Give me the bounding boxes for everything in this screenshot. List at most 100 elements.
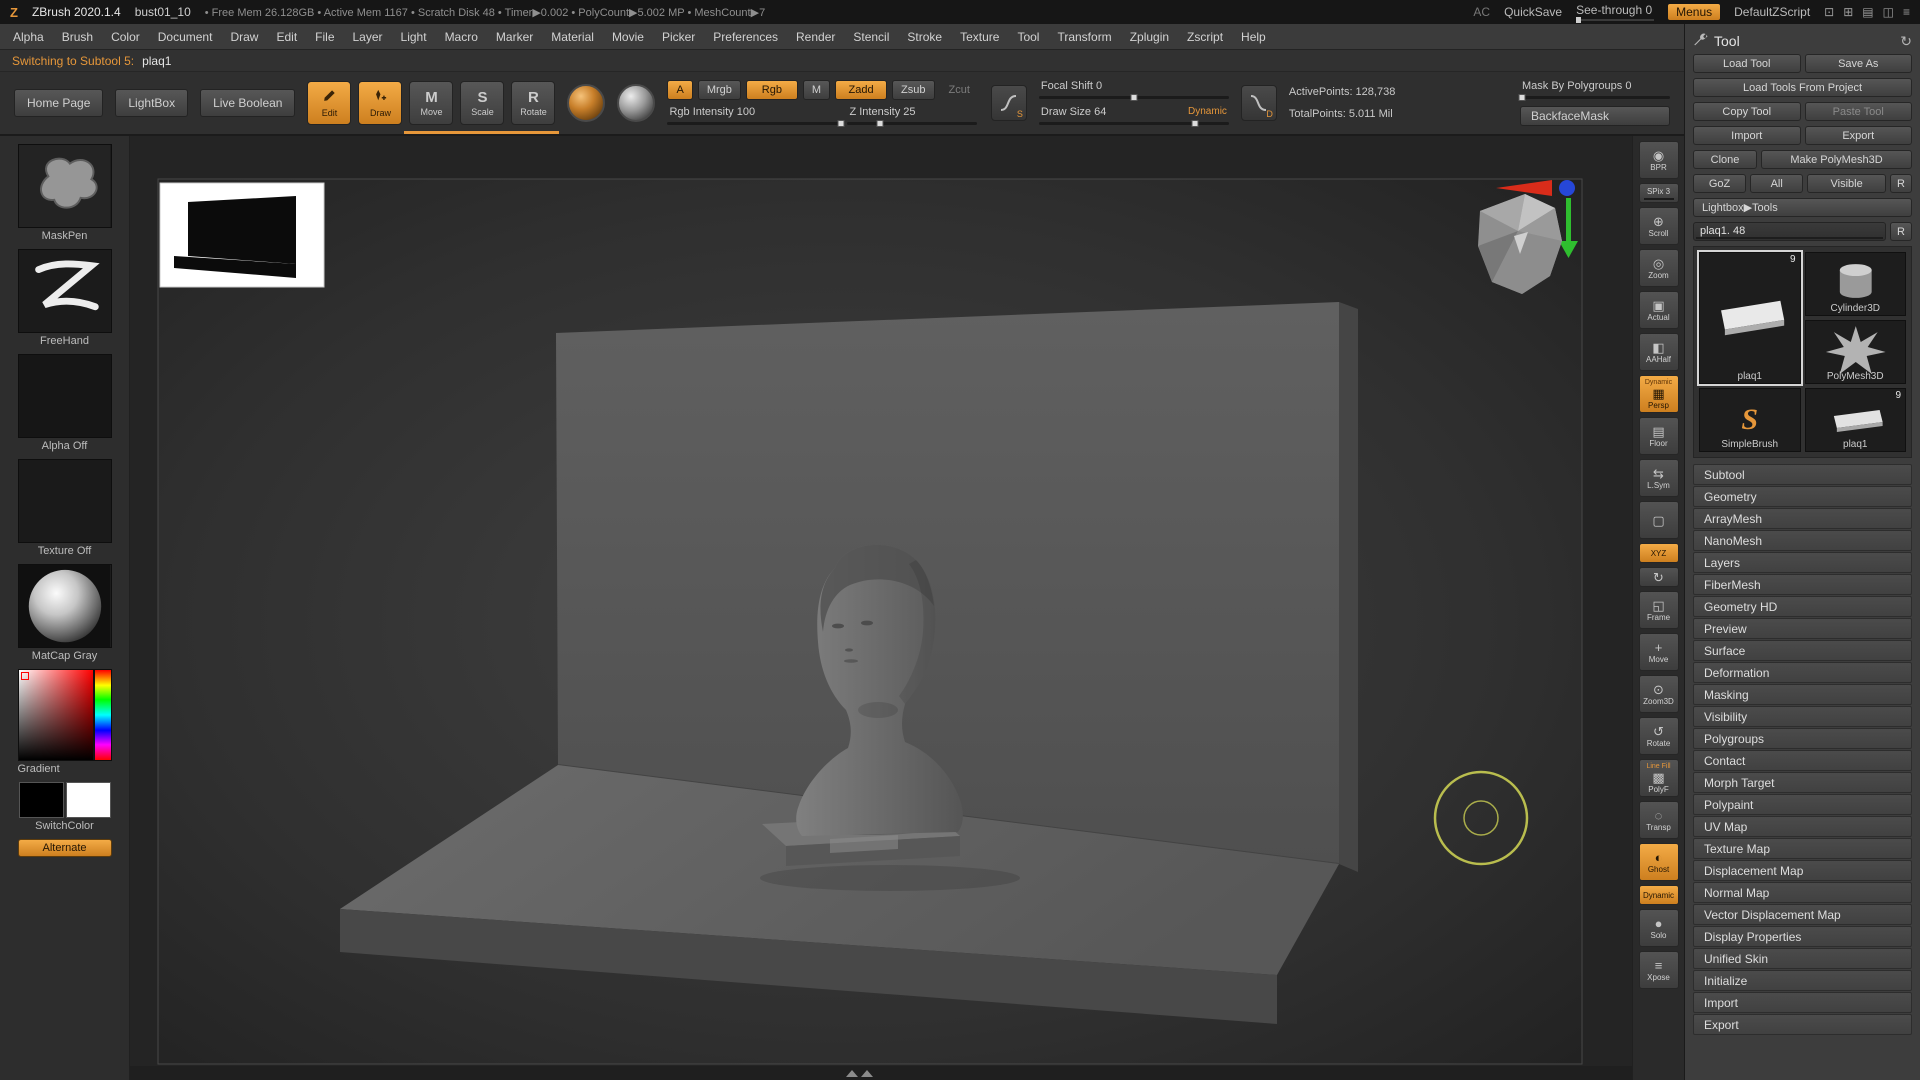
goz-button[interactable]: GoZ [1693, 174, 1746, 193]
zsub-button[interactable]: Zsub [892, 80, 934, 100]
menu-alpha[interactable]: Alpha [4, 30, 53, 44]
tool-section-morph-target[interactable]: Morph Target [1693, 772, 1912, 793]
shelf-lsym-button[interactable]: ⇆L.Sym [1639, 459, 1679, 497]
shelf-aahalf-button[interactable]: ◧AAHalf [1639, 333, 1679, 371]
goz-r-button[interactable]: R [1890, 174, 1912, 193]
divider-icon[interactable]: ▤ [1862, 5, 1873, 19]
main-color-swatch[interactable] [19, 782, 64, 818]
m-button[interactable]: M [803, 80, 830, 100]
tool-thumb-cylinder3d[interactable]: Cylinder3D [1805, 252, 1907, 316]
current-alpha-selector[interactable] [18, 354, 112, 438]
tool-section-masking[interactable]: Masking [1693, 684, 1912, 705]
depth-curve-button[interactable]: D [1241, 85, 1277, 121]
shelf-local-button[interactable]: ▢ [1639, 501, 1679, 539]
tool-section-unified-skin[interactable]: Unified Skin [1693, 948, 1912, 969]
matcap-preview-sphere[interactable] [617, 84, 655, 122]
menu-stroke[interactable]: Stroke [898, 30, 951, 44]
tool-section-normal-map[interactable]: Normal Map [1693, 882, 1912, 903]
tool-section-visibility[interactable]: Visibility [1693, 706, 1912, 727]
menu-texture[interactable]: Texture [951, 30, 1008, 44]
current-stroke-selector[interactable] [18, 249, 112, 333]
dynamic-draw-size-label[interactable]: Dynamic [1188, 106, 1227, 117]
tool-section-subtool[interactable]: Subtool [1693, 464, 1912, 485]
menu-layer[interactable]: Layer [344, 30, 392, 44]
current-material-selector[interactable] [18, 564, 112, 648]
home-page-button[interactable]: Home Page [14, 89, 103, 117]
tool-thumb-plaq1-selected[interactable]: 9 plaq1 [1699, 252, 1801, 384]
tool-section-texture-map[interactable]: Texture Map [1693, 838, 1912, 859]
import-tool-button[interactable]: Import [1693, 126, 1801, 145]
menu-color[interactable]: Color [102, 30, 149, 44]
shelf-dynamic-button[interactable]: Dynamic [1639, 885, 1679, 905]
tool-section-preview[interactable]: Preview [1693, 618, 1912, 639]
rgb-button[interactable]: Rgb [746, 80, 798, 100]
zadd-button[interactable]: Zadd [835, 80, 887, 100]
menu-zplugin[interactable]: Zplugin [1121, 30, 1178, 44]
lightbox-button[interactable]: LightBox [115, 89, 188, 117]
tray-left-icon[interactable]: ⊡ [1824, 5, 1834, 19]
restore-configuration-icon[interactable]: ↻ [1900, 33, 1912, 50]
tool-section-arraymesh[interactable]: ArrayMesh [1693, 508, 1912, 529]
draw-mode-button[interactable]: Draw [358, 81, 402, 125]
menu-brush[interactable]: Brush [53, 30, 102, 44]
shelf-floor-button[interactable]: ▤Floor [1639, 417, 1679, 455]
see-through-slider[interactable]: See-through 0 [1576, 3, 1654, 21]
focal-shift-slider[interactable]: Focal Shift 0 [1039, 80, 1229, 100]
anchor-a-button[interactable]: A [667, 80, 692, 100]
tool-section-initialize[interactable]: Initialize [1693, 970, 1912, 991]
tool-section-surface[interactable]: Surface [1693, 640, 1912, 661]
tool-section-layers[interactable]: Layers [1693, 552, 1912, 573]
tool-section-fibermesh[interactable]: FiberMesh [1693, 574, 1912, 595]
tool-section-nanomesh[interactable]: NanoMesh [1693, 530, 1912, 551]
menu-marker[interactable]: Marker [487, 30, 542, 44]
shelf-rotate-button[interactable]: ↺Rotate [1639, 717, 1679, 755]
menu-icon[interactable]: ≡ [1903, 5, 1910, 19]
make-polymesh3d-button[interactable]: Make PolyMesh3D [1761, 150, 1912, 169]
draw-size-slider[interactable]: Draw Size 64 Dynamic [1039, 106, 1229, 126]
tool-section-import[interactable]: Import [1693, 992, 1912, 1013]
shelf-ghost-button[interactable]: ◐Ghost [1639, 843, 1679, 881]
shelf-xpose-button[interactable]: ≡Xpose [1639, 951, 1679, 989]
color-picker[interactable] [18, 669, 112, 761]
load-tool-button[interactable]: Load Tool [1693, 54, 1801, 73]
move-mode-button[interactable]: M Move [409, 81, 453, 125]
goz-all-button[interactable]: All [1750, 174, 1803, 193]
menu-macro[interactable]: Macro [436, 30, 487, 44]
tool-thumb-plaq1-recent[interactable]: 9 plaq1 [1805, 388, 1907, 452]
edit-mode-button[interactable]: Edit [307, 81, 351, 125]
mrgb-button[interactable]: Mrgb [698, 80, 741, 100]
menu-help[interactable]: Help [1232, 30, 1275, 44]
mask-by-polygroups-slider[interactable]: Mask By Polygroups 0 [1520, 80, 1670, 100]
shelf-xyz-button[interactable]: XYZ [1639, 543, 1679, 563]
shelf-bpr-button[interactable]: ◉BPR [1639, 141, 1679, 179]
menu-preferences[interactable]: Preferences [704, 30, 787, 44]
menu-transform[interactable]: Transform [1048, 30, 1120, 44]
menu-render[interactable]: Render [787, 30, 844, 44]
menu-picker[interactable]: Picker [653, 30, 704, 44]
alternate-color-button[interactable]: Alternate [18, 839, 112, 857]
shelf-frame-button[interactable]: ◱Frame [1639, 591, 1679, 629]
tool-thumb-polymesh3d[interactable]: PolyMesh3D [1805, 320, 1907, 384]
tool-section-contact[interactable]: Contact [1693, 750, 1912, 771]
shelf-spix-slider[interactable]: SPix 3 [1639, 183, 1679, 203]
shelf-zoom-button[interactable]: ◎Zoom [1639, 249, 1679, 287]
menu-material[interactable]: Material [542, 30, 603, 44]
copy-tool-button[interactable]: Copy Tool [1693, 102, 1801, 121]
panels-icon[interactable]: ◫ [1883, 5, 1894, 19]
shelf-persp-button[interactable]: Dynamic▦Persp [1639, 375, 1679, 413]
menu-file[interactable]: File [306, 30, 343, 44]
shelf-actual-button[interactable]: ▣Actual [1639, 291, 1679, 329]
menu-stencil[interactable]: Stencil [844, 30, 898, 44]
default-zscript-button[interactable]: DefaultZScript [1734, 5, 1810, 19]
zcut-button[interactable]: Zcut [940, 80, 979, 100]
tool-section-vector-displacement-map[interactable]: Vector Displacement Map [1693, 904, 1912, 925]
menus-toggle-button[interactable]: Menus [1668, 4, 1720, 20]
tool-section-displacement-map[interactable]: Displacement Map [1693, 860, 1912, 881]
material-preview-sphere[interactable] [567, 84, 605, 122]
stroke-curve-button[interactable]: S [991, 85, 1027, 121]
shelf-move-button[interactable]: +Move [1639, 633, 1679, 671]
shelf-scroll-button[interactable]: ⊕Scroll [1639, 207, 1679, 245]
tool-section-uv-map[interactable]: UV Map [1693, 816, 1912, 837]
secondary-color-swatch[interactable] [66, 782, 111, 818]
goz-visible-button[interactable]: Visible [1807, 174, 1886, 193]
